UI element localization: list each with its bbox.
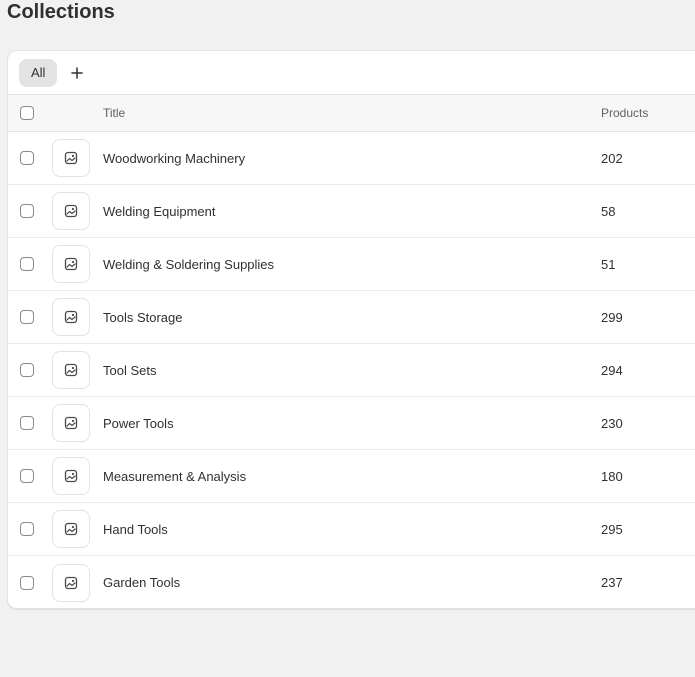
collection-title: Power Tools (103, 415, 174, 431)
column-header-products[interactable]: Products (601, 106, 648, 120)
collection-thumbnail (52, 192, 90, 230)
row-checkbox[interactable] (20, 363, 34, 377)
row-checkbox[interactable] (20, 416, 34, 430)
collection-title: Woodworking Machinery (103, 150, 246, 166)
collection-title: Tools Storage (103, 309, 183, 325)
table-row[interactable]: Measurement & Analysis 180 (8, 450, 695, 503)
product-count: 180 (601, 468, 623, 484)
collection-title: Hand Tools (103, 521, 168, 537)
row-checkbox[interactable] (20, 522, 34, 536)
page-title: Collections (7, 1, 115, 23)
table-row[interactable]: Hand Tools 295 (8, 503, 695, 556)
table-header: Title Products (8, 95, 695, 132)
add-view-button[interactable] (67, 63, 87, 83)
collection-title: Welding Equipment (103, 203, 216, 219)
collection-thumbnail (52, 351, 90, 389)
collection-thumbnail (52, 139, 90, 177)
table-row[interactable]: Garden Tools 237 (8, 556, 695, 608)
collection-thumbnail (52, 510, 90, 548)
product-count: 237 (601, 575, 623, 590)
product-count: 51 (601, 256, 616, 272)
table-row[interactable]: Woodworking Machinery 202 (8, 132, 695, 185)
view-tabs: All (8, 51, 695, 95)
table-row[interactable]: Tools Storage 299 (8, 291, 695, 344)
image-placeholder-icon (64, 576, 78, 589)
row-checkbox[interactable] (20, 204, 34, 218)
row-checkbox[interactable] (20, 310, 34, 324)
collection-thumbnail (52, 563, 90, 602)
collection-thumbnail (52, 457, 90, 495)
image-placeholder-icon (64, 469, 78, 483)
column-header-title[interactable]: Title (103, 106, 125, 120)
table-row[interactable]: Welding & Soldering Supplies 51 (8, 238, 695, 291)
collection-title: Tool Sets (103, 362, 157, 378)
collection-thumbnail (52, 298, 90, 336)
image-placeholder-icon (64, 363, 78, 377)
plus-icon (71, 66, 84, 79)
table-body: Woodworking Machinery 202 Welding Equipm… (8, 132, 695, 608)
image-placeholder-icon (64, 522, 78, 536)
table-row[interactable]: Welding Equipment 58 (8, 185, 695, 238)
collections-card: All Title Products Woodworking Machinery… (7, 50, 695, 609)
collection-thumbnail (52, 245, 90, 283)
image-placeholder-icon (64, 416, 78, 430)
product-count: 295 (601, 521, 623, 537)
row-checkbox[interactable] (20, 151, 34, 165)
table-row[interactable]: Power Tools 230 (8, 397, 695, 450)
image-placeholder-icon (64, 151, 78, 165)
product-count: 294 (601, 362, 623, 378)
row-checkbox[interactable] (20, 469, 34, 483)
row-checkbox[interactable] (20, 257, 34, 271)
image-placeholder-icon (64, 204, 78, 218)
product-count: 299 (601, 309, 623, 325)
image-placeholder-icon (64, 310, 78, 324)
product-count: 202 (601, 150, 623, 166)
collection-title: Welding & Soldering Supplies (103, 256, 275, 272)
collection-title: Garden Tools (103, 575, 181, 590)
collection-title: Measurement & Analysis (103, 468, 247, 484)
table-row[interactable]: Tool Sets 294 (8, 344, 695, 397)
select-all-checkbox[interactable] (20, 106, 34, 120)
row-checkbox[interactable] (20, 575, 34, 590)
tab-all[interactable]: All (19, 58, 58, 87)
product-count: 58 (601, 203, 616, 219)
product-count: 230 (601, 415, 623, 431)
collection-thumbnail (52, 404, 90, 442)
image-placeholder-icon (64, 257, 78, 271)
